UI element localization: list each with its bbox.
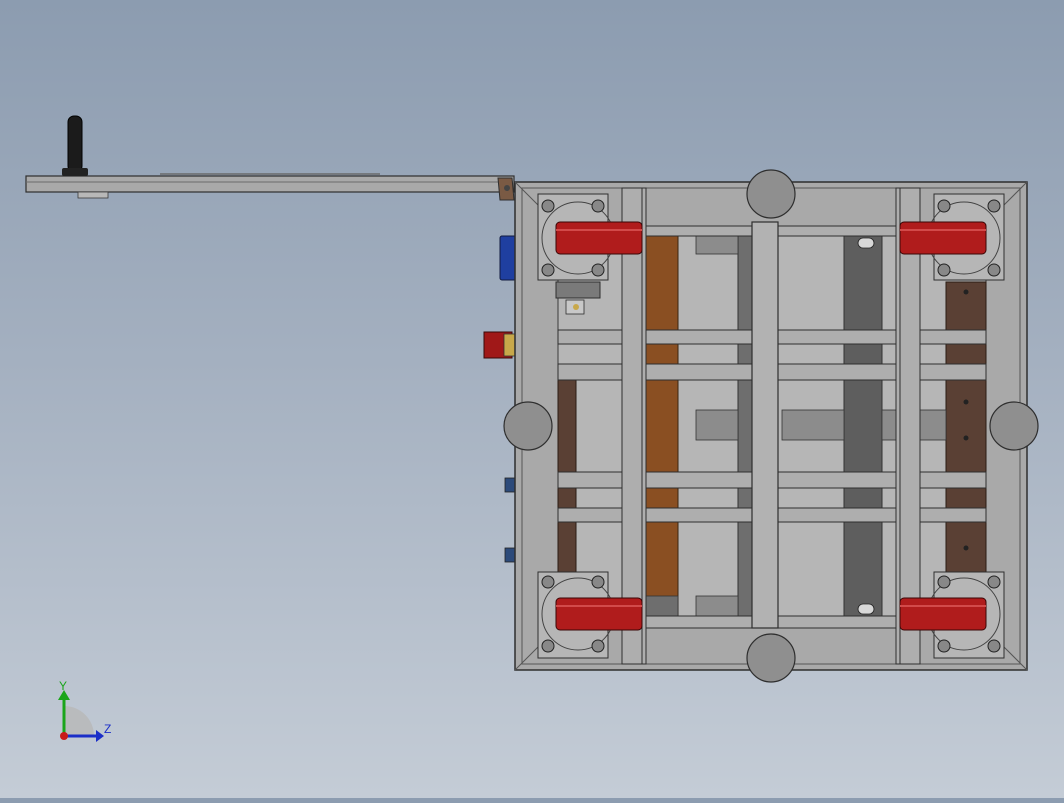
cad-viewport[interactable]: Y Z <box>0 0 1064 798</box>
blue-control-box <box>499 235 517 281</box>
handle-assembly[interactable] <box>25 115 515 201</box>
wood-slat-left <box>645 235 679 617</box>
cad-model-view[interactable]: Y Z <box>0 0 1064 798</box>
reference-triad[interactable]: Y Z <box>58 679 111 742</box>
triad-z-label: Z <box>104 722 111 736</box>
triad-y-label: Y <box>59 679 67 693</box>
triad-quadrant <box>64 706 94 736</box>
triad-x-axis <box>60 732 68 740</box>
side-components <box>483 235 517 563</box>
